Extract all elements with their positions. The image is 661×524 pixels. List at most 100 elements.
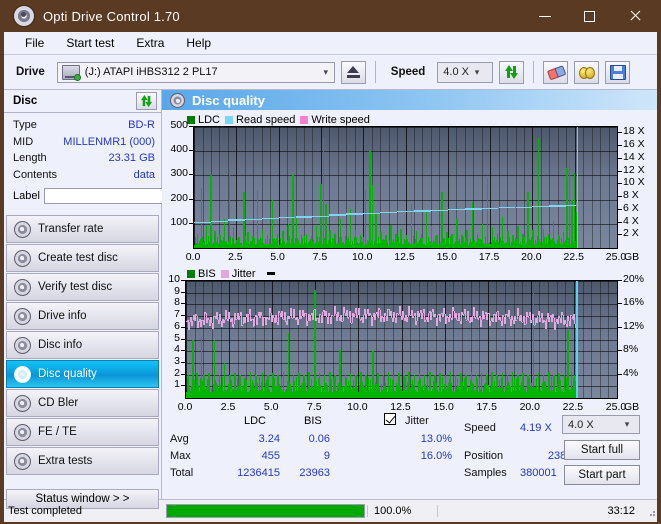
grid-line-vertical xyxy=(422,127,424,248)
close-button[interactable] xyxy=(612,0,657,32)
data-line-segment xyxy=(430,209,448,211)
data-spike xyxy=(563,374,566,398)
disc-refresh-button[interactable] xyxy=(136,92,157,110)
data-spike xyxy=(507,231,509,248)
start-part-button[interactable]: Start part xyxy=(564,465,640,485)
data-noise-segment xyxy=(213,316,215,329)
y-axis-tick xyxy=(181,385,185,387)
data-line-segment xyxy=(397,211,414,213)
disc-header-label: Disc xyxy=(13,95,38,107)
data-spike xyxy=(314,290,316,398)
x-axis-tick-label: 12.5 xyxy=(394,251,415,263)
data-spike xyxy=(377,373,379,398)
data-noise-segment xyxy=(425,320,427,322)
data-spike xyxy=(372,351,374,398)
data-spike xyxy=(557,234,560,248)
sidebar-item-disc-quality[interactable]: Disc quality xyxy=(6,360,159,388)
data-line-segment xyxy=(210,220,228,222)
data-spike xyxy=(380,232,382,248)
eject-button[interactable] xyxy=(340,60,366,84)
data-spike xyxy=(252,235,254,248)
data-spike xyxy=(444,374,447,398)
data-spike xyxy=(436,234,438,248)
data-noise-segment xyxy=(242,324,244,326)
save-button[interactable] xyxy=(605,60,631,84)
stats-row-label-avg: Avg xyxy=(170,433,189,445)
erase-button[interactable] xyxy=(543,60,569,84)
sidebar-item-verify-test-disc[interactable]: Verify test disc xyxy=(6,273,159,301)
legend-swatch-ldc xyxy=(187,115,195,124)
menu-help[interactable]: Help xyxy=(175,34,222,52)
toolbar-separator-2 xyxy=(533,61,535,83)
data-noise-segment xyxy=(359,307,361,320)
maximize-button[interactable] xyxy=(567,0,612,32)
stats-row-label-max: Max xyxy=(170,450,191,462)
y-axis-tick xyxy=(181,373,185,375)
data-noise-segment xyxy=(422,312,424,319)
data-noise-segment xyxy=(456,313,458,320)
refresh-icon xyxy=(140,95,153,107)
sidebar-item-drive-info[interactable]: Drive info xyxy=(6,302,159,330)
menu-start-test[interactable]: Start test xyxy=(55,34,125,52)
sidebar-item-fe-te[interactable]: FE / TE xyxy=(6,418,159,446)
bottom-chart[interactable]: 1 2 3 4 5 6 7 8 9 10 4% 8% 12% 16% 20% 0.0 2.5 5.0 7.5 10.0… xyxy=(163,273,656,413)
start-full-button[interactable]: Start full xyxy=(564,440,640,460)
data-noise-segment xyxy=(398,314,400,316)
menu-file[interactable]: File xyxy=(14,34,55,52)
data-line-segment xyxy=(346,213,348,215)
data-spike xyxy=(418,373,421,398)
menu-extra[interactable]: Extra xyxy=(125,34,175,52)
top-chart-area: LDC Read speed Write speed 100 200 300 400 5… xyxy=(162,110,657,264)
sidebar-item-extra-tests[interactable]: Extra tests xyxy=(6,447,159,475)
y2-axis-tick-label: 12% xyxy=(623,319,645,332)
test-speed-select[interactable]: 4.0 X ▾ xyxy=(562,415,640,434)
refresh-button[interactable] xyxy=(499,60,525,84)
data-line-segment xyxy=(329,214,331,216)
sidebar-item-cd-bler[interactable]: CD Bler xyxy=(6,389,159,417)
data-line-segment xyxy=(464,208,482,210)
stats-panel: LDC BIS Avg Max Total 3.24 455 1236415 0… xyxy=(162,413,657,499)
minimize-icon xyxy=(538,15,551,17)
data-spike xyxy=(511,372,514,398)
sidebar-item-create-test-disc[interactable]: Create test disc xyxy=(6,244,159,272)
data-line-segment xyxy=(227,219,245,221)
chevron-down-icon: ▾ xyxy=(474,66,480,77)
y2-axis-tick-label: 16 X xyxy=(623,138,645,151)
data-noise-segment xyxy=(528,316,530,318)
y2-axis-tick xyxy=(618,208,622,210)
top-chart[interactable]: 100 200 300 400 500 2 X4 X6 X8 X 10 X 12 X 14 X1… xyxy=(163,119,656,263)
legend-label: BIS xyxy=(198,267,216,280)
body: Disc Type BD-R MID MILLENMR1 (000) Lengt… xyxy=(4,90,657,509)
speed-select[interactable]: 4.0 X ▾ xyxy=(437,61,494,83)
data-noise-segment xyxy=(521,315,523,323)
data-noise-segment xyxy=(416,321,418,325)
data-noise-segment xyxy=(363,314,365,324)
sidebar-item-disc-info[interactable]: Disc info xyxy=(6,331,159,359)
data-spike xyxy=(375,214,377,248)
minimize-button[interactable] xyxy=(522,0,567,32)
inspect-button[interactable] xyxy=(574,60,600,84)
data-noise-segment xyxy=(239,315,241,320)
data-line-segment xyxy=(447,208,450,210)
x-axis-tick-label: 15.0 xyxy=(436,251,458,263)
panel-header: Disc quality xyxy=(162,90,657,110)
data-spike xyxy=(334,374,336,398)
jitter-checkbox[interactable] xyxy=(384,413,396,426)
stats-header-ldc: LDC xyxy=(244,415,267,427)
data-spike xyxy=(196,373,198,398)
data-noise-segment xyxy=(437,315,439,326)
data-spike xyxy=(214,231,216,248)
data-spike xyxy=(403,374,405,398)
sidebar-item-transfer-rate[interactable]: Transfer rate xyxy=(6,215,159,243)
resize-grip[interactable] xyxy=(645,506,655,516)
grid-line-vertical xyxy=(304,127,305,248)
data-noise-segment xyxy=(350,311,352,323)
drive-select[interactable]: (J:) ATAPI iHBS312 2 PL17 ▾ xyxy=(56,61,335,83)
y2-axis-tick xyxy=(618,170,622,172)
y-axis-tick-label: 5 xyxy=(174,331,180,344)
status-text: Test completed xyxy=(8,505,82,517)
data-spike xyxy=(480,373,483,398)
y2-axis-tick-label: 10 X xyxy=(623,176,645,189)
data-noise-segment xyxy=(478,317,480,320)
data-spike xyxy=(292,374,295,398)
